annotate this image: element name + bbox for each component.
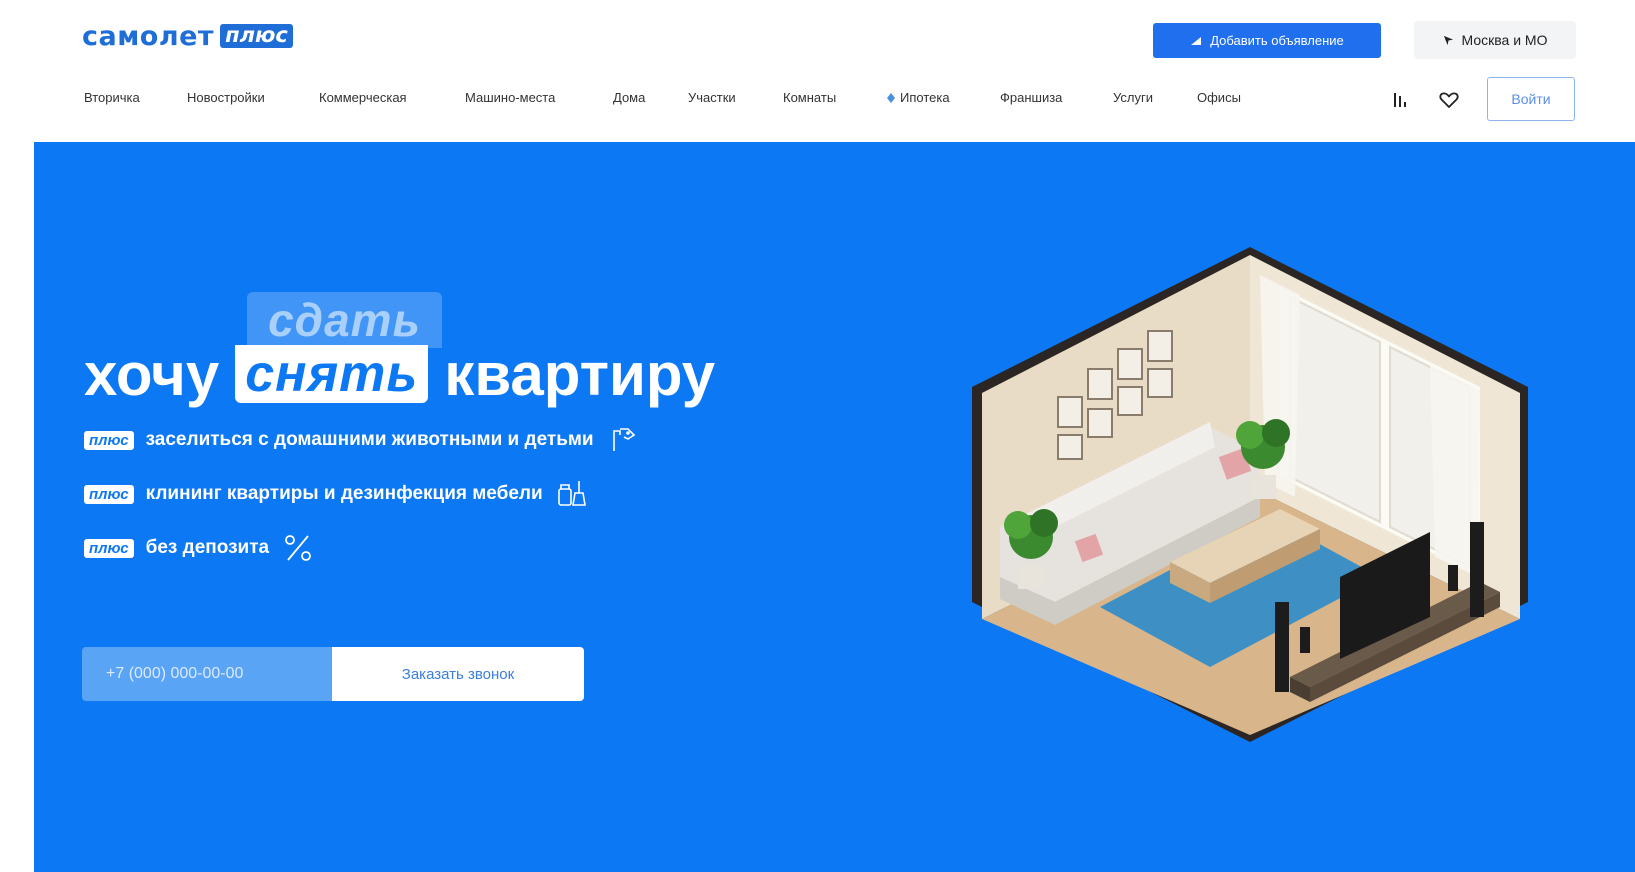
nav-item-offices[interactable]: Офисы — [1197, 90, 1241, 105]
hero-banner: сдать хочу снять квартиру плюс заселитьс… — [34, 142, 1635, 872]
diamond-icon — [887, 92, 895, 103]
nav-item-secondary[interactable]: Вторичка — [84, 90, 140, 105]
compare-icon[interactable] — [1391, 89, 1413, 111]
benefit-text: заселиться с домашними животными и детьм… — [145, 429, 594, 450]
benefit-text: без депозита — [145, 537, 270, 558]
heart-icon[interactable] — [1438, 89, 1460, 111]
add-listing-button[interactable]: Добавить объявление — [1153, 23, 1381, 58]
room-illustration — [972, 247, 1528, 742]
action-option-rent[interactable]: снять — [235, 345, 429, 403]
login-button[interactable]: Войти — [1487, 77, 1575, 121]
nav-item-services[interactable]: Услуги — [1113, 90, 1153, 105]
nav-item-houses[interactable]: Дома — [613, 90, 645, 105]
nav-item-rooms[interactable]: Комнаты — [783, 90, 836, 105]
nav-item-franchise[interactable]: Франшиза — [1000, 90, 1062, 105]
nav-item-mortgage-label: Ипотека — [900, 90, 950, 105]
plus-badge: плюс — [84, 430, 134, 450]
pet-icon — [612, 428, 635, 451]
benefit-text: клининг квартиры и дезинфекция мебели — [145, 483, 543, 504]
nav-item-mortgage[interactable]: Ипотека — [887, 90, 950, 105]
city-label: Москва и МО — [1461, 32, 1548, 48]
add-listing-label: Добавить объявление — [1210, 33, 1344, 48]
plus-badge: плюс — [84, 484, 134, 504]
cleaning-icon — [557, 481, 586, 506]
request-call-button[interactable]: Заказать звонок — [332, 647, 584, 701]
headline-prefix: хочу — [84, 340, 220, 408]
benefit-item: плюс заселиться с домашними животными и … — [84, 425, 640, 455]
headline-suffix: квартиру — [444, 340, 716, 408]
logo[interactable]: самолет плюс — [82, 22, 293, 50]
benefit-item: плюс клининг квартиры и дезинфекция мебе… — [84, 479, 589, 509]
benefit-item: плюс без депозита — [84, 533, 315, 563]
percent-icon — [285, 535, 311, 561]
megaphone-icon — [1191, 36, 1202, 45]
city-selector[interactable]: Москва и МО — [1414, 21, 1576, 59]
nav-item-commercial[interactable]: Коммерческая — [319, 90, 407, 105]
location-arrow-icon — [1443, 35, 1453, 45]
logo-badge: плюс — [220, 24, 293, 48]
logo-word: самолет — [82, 20, 215, 52]
nav-item-plots[interactable]: Участки — [688, 90, 736, 105]
phone-input[interactable] — [82, 647, 332, 701]
nav-item-parking[interactable]: Машино-места — [465, 90, 555, 105]
nav-item-newbuildings[interactable]: Новостройки — [187, 90, 265, 105]
hero-headline: хочу снять квартиру — [84, 340, 715, 408]
plus-badge: плюс — [84, 538, 134, 558]
